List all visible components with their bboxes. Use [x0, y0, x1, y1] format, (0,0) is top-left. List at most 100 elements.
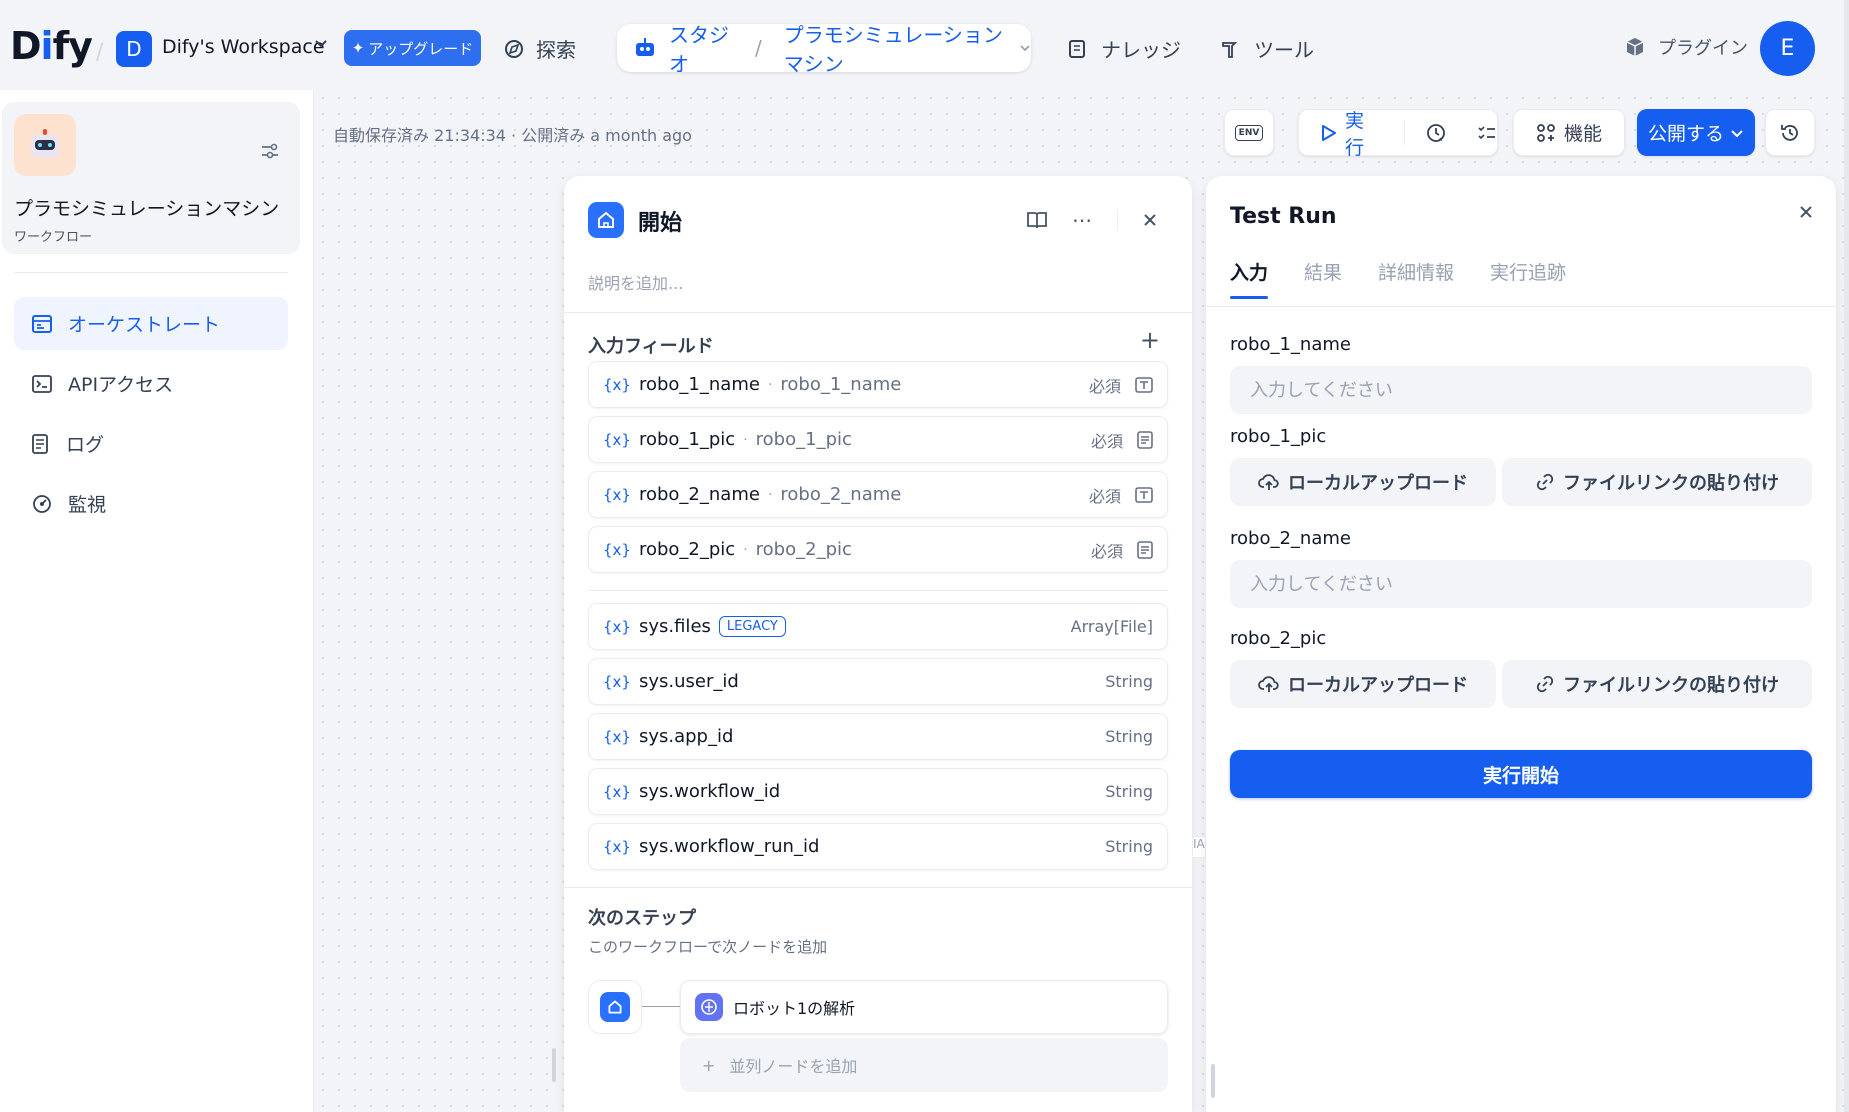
nav-plugins-label: プラグイン [1658, 38, 1748, 59]
toolbar-divider [1404, 120, 1405, 145]
start-run-button[interactable]: 実行開始 [1230, 750, 1812, 798]
next-node-card[interactable]: ロボット1の解析 [680, 980, 1168, 1034]
breadcrumb-separator: / [754, 36, 762, 60]
tab-input[interactable]: 入力 [1230, 258, 1269, 299]
robo-2-name-input[interactable] [1230, 560, 1812, 608]
sidebar-item-orchestrate[interactable]: オーケストレート [14, 297, 288, 350]
home-icon [588, 202, 624, 238]
variable-icon: {x} [603, 485, 631, 504]
llm-node-icon [695, 993, 723, 1021]
add-parallel-node-button[interactable]: + 並列ノードを追加 [680, 1038, 1168, 1092]
upgrade-label: アップグレード [368, 39, 474, 58]
user-avatar[interactable]: E [1760, 21, 1815, 76]
field-label: robo_2_pic [755, 539, 852, 560]
field-name: sys.workflow_run_id [638, 836, 820, 857]
workspace-avatar[interactable]: D [116, 31, 152, 67]
field-name: sys.workflow_id [638, 781, 781, 802]
tab-detail[interactable]: 詳細情報 [1378, 258, 1454, 299]
dify-logo[interactable]: Dify [10, 24, 93, 68]
version-history-button[interactable] [1765, 109, 1815, 156]
app-breadcrumb[interactable]: プラモシミュレーションマシン [784, 19, 1007, 77]
add-field-icon[interactable]: + [1140, 326, 1160, 354]
chevron-down-icon[interactable] [1019, 42, 1031, 54]
publish-button[interactable]: 公開する [1637, 109, 1755, 156]
input-field-row[interactable]: {x} robo_2_pic · robo_2_pic 必須 [588, 526, 1168, 573]
field-name: robo_1_pic [638, 429, 736, 450]
canvas-edge-label: IA [1192, 836, 1206, 858]
env-icon: ENV [1234, 124, 1264, 141]
system-field-row: {x} sys.app_id String [588, 713, 1168, 760]
robo-1-name-label: robo_1_name [1230, 334, 1351, 355]
sidebar-item-label: APIアクセス [68, 374, 174, 396]
nav-explore-label: 探索 [536, 38, 576, 62]
book-open-icon[interactable] [1026, 210, 1048, 230]
run-toolbar-group: 実行 [1298, 109, 1498, 159]
app-name: プラモシミュレーションマシン [14, 198, 280, 220]
required-label: 必須 [1088, 486, 1121, 506]
variable-icon: {x} [603, 672, 631, 691]
variable-icon: {x} [603, 375, 631, 394]
resize-handle[interactable] [1211, 1064, 1215, 1098]
play-icon [1321, 124, 1337, 142]
field-type: String [1105, 782, 1153, 801]
run-button[interactable]: 実行 [1321, 106, 1376, 160]
run-history-icon[interactable] [1425, 122, 1447, 144]
workspace-name[interactable]: Dify's Workspace [162, 36, 325, 58]
input-field-row[interactable]: {x} robo_2_name · robo_2_name 必須 [588, 471, 1168, 518]
sidebar-item-api-access[interactable]: APIアクセス [14, 357, 288, 410]
more-icon[interactable]: ⋯ [1072, 208, 1093, 232]
local-upload-label: ローカルアップロード [1288, 675, 1468, 696]
nav-knowledge[interactable]: ナレッジ [1067, 34, 1181, 63]
variable-icon: {x} [603, 837, 631, 856]
upgrade-button[interactable]: ✦ アップグレード [344, 30, 481, 66]
text-input-icon [1135, 376, 1153, 393]
features-button[interactable]: 機能 [1513, 109, 1625, 156]
robo-1-local-upload-button[interactable]: ローカルアップロード [1230, 458, 1496, 506]
field-type: String [1105, 727, 1153, 746]
variable-icon: {x} [603, 540, 631, 559]
close-icon[interactable] [1798, 204, 1814, 220]
sidebar-divider [14, 272, 288, 273]
field-name: robo_2_name [638, 484, 760, 505]
test-run-panel: Test Run 入力 結果 詳細情報 実行追跡 robo_1_name rob… [1206, 176, 1836, 1112]
nav-studio[interactable]: スタジオ / プラモシミュレーションマシン [617, 23, 1031, 76]
chevron-down-icon[interactable] [314, 36, 328, 50]
nav-tools[interactable]: ツール [1220, 34, 1314, 63]
robo-1-name-input[interactable] [1230, 366, 1812, 414]
sidebar-item-monitor[interactable]: 監視 [14, 477, 288, 530]
sidebar-item-label: 監視 [68, 494, 107, 516]
orchestrate-icon [32, 314, 52, 333]
variable-icon: {x} [603, 430, 631, 449]
robo-2-file-link-button[interactable]: ファイルリンクの貼り付け [1502, 660, 1812, 708]
resize-handle[interactable] [552, 1048, 556, 1082]
field-name: sys.app_id [638, 726, 734, 747]
robo-2-local-upload-button[interactable]: ローカルアップロード [1230, 660, 1496, 708]
input-field-row[interactable]: {x} robo_1_name · robo_1_name 必須 [588, 361, 1168, 408]
close-icon[interactable] [1142, 212, 1158, 228]
app-settings-icon[interactable] [260, 142, 280, 160]
sidebar-item-logs[interactable]: ログ [14, 417, 288, 470]
nav-plugins[interactable]: プラグイン [1624, 34, 1748, 60]
start-node-panel: 開始 ⋯ 説明を追加... 入力フィールド + {x} robo_1_name … [564, 176, 1192, 1112]
description-input[interactable]: 説明を追加... [588, 270, 683, 294]
robot-icon [633, 37, 657, 59]
text-input-icon [1135, 486, 1153, 503]
cloud-upload-icon [1258, 472, 1280, 492]
tab-tracing[interactable]: 実行追跡 [1490, 258, 1566, 299]
legacy-badge: LEGACY [718, 616, 786, 637]
tab-result[interactable]: 結果 [1304, 258, 1342, 299]
window-scrollbar[interactable] [1844, 0, 1849, 1112]
separator: · [743, 431, 748, 448]
next-step-subtitle: このワークフローで次ノードを追加 [588, 938, 828, 956]
hammer-icon [1220, 39, 1240, 59]
robo-1-file-link-button[interactable]: ファイルリンクの貼り付け [1502, 458, 1812, 506]
checklist-icon[interactable] [1477, 124, 1497, 142]
separator: · [767, 376, 773, 393]
input-fields-title: 入力フィールド [588, 336, 714, 357]
nav-explore[interactable]: 探索 [504, 34, 576, 63]
link-icon [1535, 674, 1555, 694]
required-label: 必須 [1088, 376, 1121, 396]
env-button[interactable]: ENV [1224, 109, 1274, 156]
variable-icon: {x} [603, 782, 631, 801]
input-field-row[interactable]: {x} robo_1_pic · robo_1_pic 必須 [588, 416, 1168, 463]
